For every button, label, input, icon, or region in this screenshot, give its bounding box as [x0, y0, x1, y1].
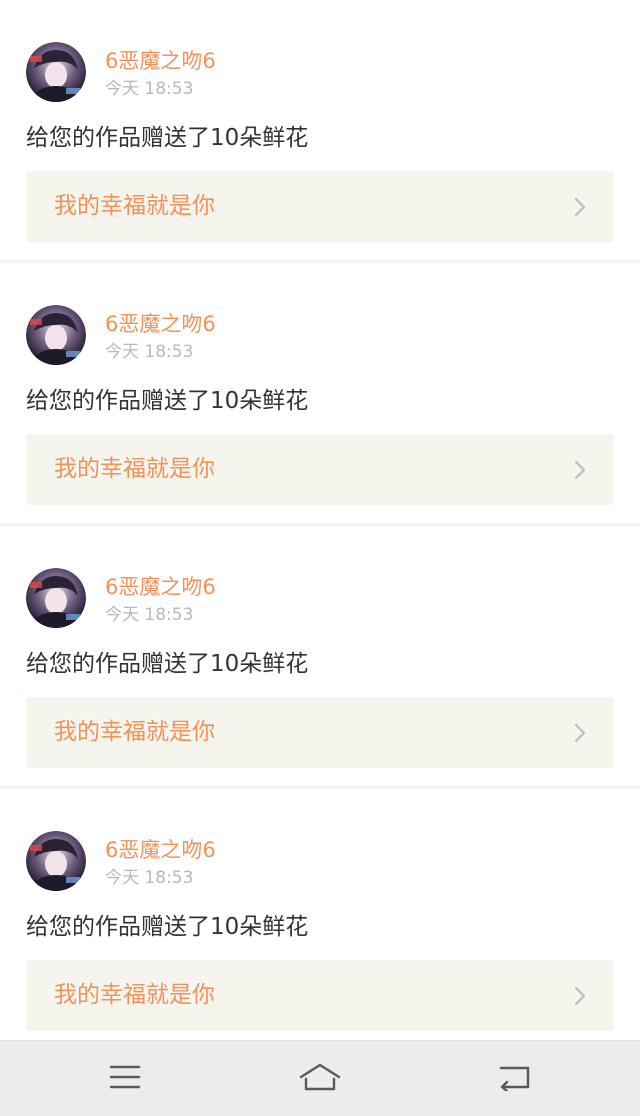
menu-icon	[109, 1064, 141, 1094]
username[interactable]: 6恶魔之吻6	[105, 573, 216, 601]
system-navigation-bar	[0, 1040, 640, 1116]
notification-message: 给您的作品赠送了10朵鲜花	[26, 125, 309, 151]
notification-card: 6恶魔之吻6 今天 18:53 给您的作品赠送了10朵鲜花 我的幸福就是你	[0, 263, 640, 505]
chevron-right-icon	[574, 986, 586, 1006]
notification-message: 给您的作品赠送了10朵鲜花	[26, 388, 309, 414]
timestamp: 今天 18:53	[105, 868, 194, 888]
chevron-right-icon	[574, 197, 586, 217]
work-link[interactable]: 我的幸福就是你	[26, 434, 614, 505]
work-title: 我的幸福就是你	[54, 719, 215, 745]
notifications-page: 6恶魔之吻6 今天 18:53 给您的作品赠送了10朵鲜花 我的幸福就是你 6恶…	[0, 0, 640, 1116]
avatar[interactable]	[26, 831, 86, 891]
timestamp: 今天 18:53	[105, 79, 194, 99]
notification-card: 6恶魔之吻6 今天 18:53 给您的作品赠送了10朵鲜花 我的幸福就是你	[0, 0, 640, 242]
notification-message: 给您的作品赠送了10朵鲜花	[26, 914, 309, 940]
chevron-right-icon	[574, 460, 586, 480]
back-icon	[498, 1063, 532, 1095]
timestamp: 今天 18:53	[105, 605, 194, 625]
username[interactable]: 6恶魔之吻6	[105, 47, 216, 75]
back-button[interactable]	[491, 1059, 539, 1099]
avatar[interactable]	[26, 305, 86, 365]
notification-card: 6恶魔之吻6 今天 18:53 给您的作品赠送了10朵鲜花 我的幸福就是你	[0, 526, 640, 768]
home-button[interactable]	[296, 1059, 344, 1099]
notification-card: 6恶魔之吻6 今天 18:53 给您的作品赠送了10朵鲜花 我的幸福就是你	[0, 789, 640, 1031]
username[interactable]: 6恶魔之吻6	[105, 836, 216, 864]
notification-message: 给您的作品赠送了10朵鲜花	[26, 651, 309, 677]
username[interactable]: 6恶魔之吻6	[105, 310, 216, 338]
work-title: 我的幸福就是你	[54, 193, 215, 219]
work-link[interactable]: 我的幸福就是你	[26, 171, 614, 242]
home-icon	[298, 1062, 342, 1096]
work-title: 我的幸福就是你	[54, 456, 215, 482]
chevron-right-icon	[574, 723, 586, 743]
work-link[interactable]: 我的幸福就是你	[26, 697, 614, 768]
menu-button[interactable]	[101, 1059, 149, 1099]
work-title: 我的幸福就是你	[54, 982, 215, 1008]
timestamp: 今天 18:53	[105, 342, 194, 362]
avatar[interactable]	[26, 568, 86, 628]
work-link[interactable]: 我的幸福就是你	[26, 960, 614, 1031]
avatar[interactable]	[26, 42, 86, 102]
